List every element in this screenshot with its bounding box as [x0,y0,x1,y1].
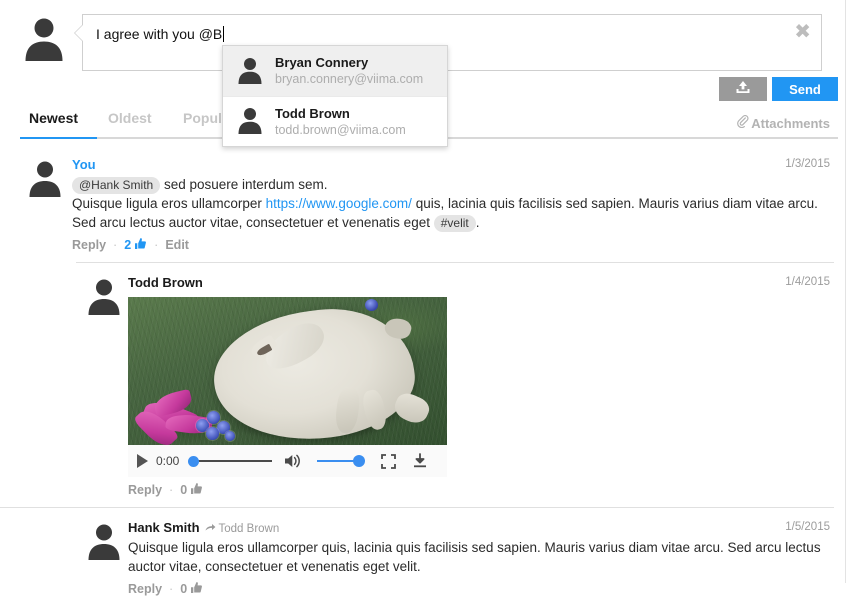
volume-slider[interactable] [317,454,365,468]
edit-button[interactable]: Edit [165,238,189,252]
reply-to-label: Todd Brown [205,523,280,535]
fullscreen-icon[interactable] [381,454,396,469]
comment-actions: Reply · 0 [128,482,830,498]
tab-active-indicator [20,137,97,139]
comment-item: You 1/3/2015 @Hank Smith sed posuere int… [0,145,846,263]
tab-oldest[interactable]: Oldest [108,108,152,128]
avatar [84,276,124,319]
mention-option-email: bryan.connery@viima.com [275,71,423,87]
like-count: 2 [124,238,131,252]
comment-thread-page: I agree with you @B ✖ Send Attachments N… [0,0,846,583]
mention-option-email: todd.brown@viima.com [275,122,406,138]
comment-text-part: Quisque ligula eros ullamcorper [72,196,266,211]
download-icon[interactable] [412,453,428,469]
blue-flower-top [365,299,378,311]
like-button[interactable]: 0 [180,581,203,597]
play-icon[interactable] [137,454,148,468]
comment-input-value: I agree with you @B [96,24,224,44]
mention-chip[interactable]: @Hank Smith [72,177,160,194]
volume-handle[interactable] [353,455,365,467]
comment-author[interactable]: Todd Brown [128,275,203,290]
thumbs-up-icon [134,237,147,253]
goat-leg [334,386,361,434]
avatar [235,105,265,138]
hashtag-chip[interactable]: #velit [434,215,476,232]
tab-newest[interactable]: Newest [29,108,78,128]
progress-track [193,460,272,462]
upload-icon [735,80,751,98]
comment-text-part: . [476,215,480,230]
comment-text: @Hank Smith sed posuere interdum sem. Qui… [72,175,830,232]
like-count: 0 [180,483,187,497]
comment-date: 1/3/2015 [785,158,830,170]
comment-text-part: sed posuere interdum sem. [160,177,327,192]
comment-actions: Reply · 2 · Edit [72,237,830,253]
comment-list: You 1/3/2015 @Hank Smith sed posuere int… [0,145,846,607]
comment-link[interactable]: https://www.google.com/ [266,196,412,211]
like-button[interactable]: 2 [124,237,147,253]
upload-button[interactable] [719,77,767,101]
reply-button[interactable]: Reply [72,238,106,252]
comment-item: Hank Smith Todd Brown 1/5/2015 Quisque l… [0,508,846,607]
blue-flowers [194,409,240,443]
comment-author[interactable]: You [72,157,96,172]
comment-item: Todd Brown 1/4/2015 [0,263,846,508]
video-progress-slider[interactable] [188,454,272,468]
video-controls: 0:00 [128,445,447,477]
avatar [235,55,265,88]
avatar [20,14,68,62]
separator: · [154,238,158,252]
comment-date: 1/4/2015 [785,276,830,288]
comment-actions: Reply · 0 [128,581,830,597]
like-count: 0 [180,582,187,596]
video-thumbnail[interactable] [128,297,447,445]
video-player: 0:00 [128,297,447,477]
text-caret [223,26,224,42]
comment-date: 1/5/2015 [785,521,830,533]
progress-handle[interactable] [188,456,199,467]
volume-icon[interactable] [284,453,303,469]
reply-arrow-icon [205,523,216,535]
like-button[interactable]: 0 [180,482,203,498]
separator: · [113,238,117,252]
comment-input[interactable]: I agree with you @B ✖ [82,14,822,71]
mention-option-name: Todd Brown [275,106,406,122]
comment-text: Quisque ligula eros ullamcorper quis, la… [128,538,830,576]
avatar [84,521,124,564]
comment-author[interactable]: Hank Smith [128,520,200,535]
mention-option-name: Bryan Connery [275,55,423,71]
thumbs-up-icon [190,581,203,597]
mention-option-todd-brown[interactable]: Todd Brown todd.brown@viima.com [223,96,447,146]
reply-button[interactable]: Reply [128,582,162,596]
video-time: 0:00 [156,454,179,468]
mention-option-bryan-connery[interactable]: Bryan Connery bryan.connery@viima.com [223,46,447,96]
separator: · [169,582,173,596]
thumbs-up-icon [190,482,203,498]
close-icon[interactable]: ✖ [794,21,811,41]
mention-suggestions-dropdown: Bryan Connery bryan.connery@viima.com To… [222,45,448,147]
reply-to-name: Todd Brown [219,523,280,535]
send-button[interactable]: Send [772,77,838,101]
reply-button[interactable]: Reply [128,483,162,497]
separator: · [169,483,173,497]
avatar [25,158,65,201]
